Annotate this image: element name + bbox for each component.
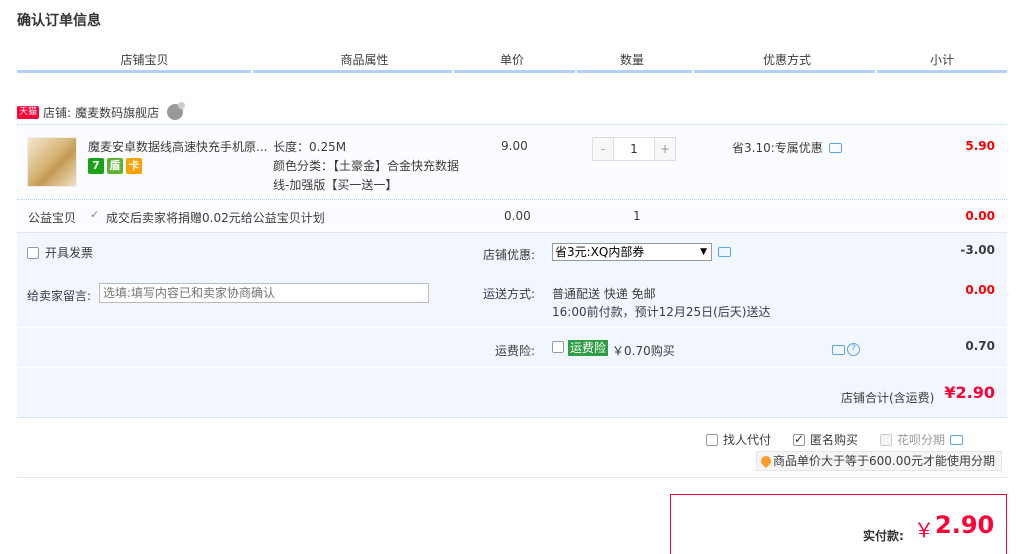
options-divider (17, 272, 1007, 273)
header-gap (251, 70, 253, 73)
shop-discount-select[interactable]: 省3元:XQ内部券 ▼ (552, 243, 712, 261)
discount-info-icon[interactable] (718, 247, 731, 257)
shop-discount-amount: -3.00 (960, 243, 995, 257)
charity-check-icon: ✓ (90, 208, 100, 221)
message-input[interactable] (99, 283, 429, 303)
section-separator (17, 477, 1007, 478)
guarantee-shield-icon[interactable]: 盾 (107, 158, 123, 174)
shipping-method: 普通配送 快递 免邮 (552, 287, 656, 301)
charity-label: 公益宝贝 (28, 211, 77, 225)
huabei-label: 花呗分期 (897, 433, 946, 447)
header-underline (17, 70, 1007, 73)
promo-info-icon[interactable] (828, 142, 842, 153)
proxy-pay-label: 找人代付 (723, 433, 772, 447)
charity-text: 成交后卖家将捐赠0.02元给公益宝贝计划 (106, 211, 325, 225)
col-header-item: 店铺宝贝 (120, 53, 169, 67)
payment-currency: ￥ (914, 518, 934, 542)
insurance-price: ￥0.70购买 (612, 344, 675, 358)
proxy-pay-checkbox[interactable] (706, 433, 718, 446)
order-item-row: 魔麦安卓数据线高速快充手机原... 7 盾 卡 长度：0.25M 颜色分类：【土… (17, 124, 1007, 200)
qty-decrease-button[interactable]: - (593, 138, 613, 160)
shipping-eta: 16:00前付款，预计12月25日(后天)送达 (552, 305, 771, 319)
proxy-pay-option[interactable]: 找人代付 (706, 431, 771, 448)
sku-color: 颜色分类：【土豪金】合金快充数据线-加强版【买一送一】 (273, 159, 460, 192)
location-pin-icon (758, 453, 774, 469)
payment-label: 实付款: (863, 529, 904, 543)
col-header-price: 单价 (499, 53, 524, 67)
shop-total: ¥2.90 (944, 383, 995, 402)
sku-length: 长度：0.25M (273, 140, 347, 154)
col-header-qty: 数量 (619, 53, 644, 67)
header-gap (575, 70, 577, 73)
item-thumbnail[interactable] (27, 137, 77, 187)
col-header-attrs: 商品属性 (340, 53, 389, 67)
shop-row: 天猫 店铺: 魔麦数码旗舰店 (17, 102, 186, 121)
insurance-icons: ? (832, 343, 860, 356)
message-label: 给卖家留言: (27, 289, 92, 303)
shop-discount-label: 店铺优惠: (483, 248, 536, 262)
item-promo: 省3.10:专属优惠 (732, 139, 842, 156)
huabei-option: 花呗分期 (880, 431, 964, 448)
huabei-info-icon[interactable] (950, 434, 964, 445)
installment-note: 商品单价大于等于600.00元才能使用分期 (756, 451, 1002, 471)
payment-summary: 实付款: ￥ 2.90 (670, 494, 1007, 554)
shop-name-link[interactable]: 魔麦数码旗舰店 (75, 104, 159, 121)
insurance-label: 运费险: (495, 344, 536, 358)
huabei-checkbox (880, 433, 893, 446)
header-gap (692, 70, 694, 73)
invoice-option[interactable]: 开具发票 (27, 244, 93, 261)
promo-text: 省3.10:专属优惠 (732, 141, 823, 155)
anonymous-label: 匿名购买 (810, 433, 859, 447)
insurance-chat-icon[interactable] (832, 344, 845, 355)
insurance-amount: 0.70 (965, 339, 995, 353)
credit-card-icon[interactable]: 卡 (126, 158, 142, 174)
options-divider (17, 367, 1007, 368)
service-badges: 7 盾 卡 (88, 158, 142, 174)
page-title: 确认订单信息 (17, 13, 101, 29)
insurance-tag: 运费险 (568, 340, 609, 356)
header-gap (875, 70, 877, 73)
item-title-link[interactable]: 魔麦安卓数据线高速快充手机原... (88, 138, 272, 155)
charity-subtotal: 0.00 (965, 209, 995, 223)
col-header-subtotal: 小计 (929, 53, 954, 67)
dropdown-arrow-icon: ▼ (700, 247, 707, 257)
item-subtotal: 5.90 (965, 139, 995, 153)
shipping-info: 普通配送 快递 免邮 16:00前付款，预计12月25日(后天)送达 (552, 285, 771, 321)
charity-price: 0.00 (504, 209, 531, 223)
options-divider (17, 327, 1007, 328)
shop-total-label: 店铺合计(含运费) (841, 391, 935, 405)
charity-row: 公益宝贝 ✓ 成交后卖家将捐赠0.02元给公益宝贝计划 0.00 1 0.00 (17, 201, 1007, 231)
shipping-label: 运送方式: (483, 287, 536, 301)
shipping-amount: 0.00 (965, 283, 995, 297)
qty-increase-button[interactable]: + (655, 138, 675, 160)
invoice-checkbox[interactable] (27, 246, 39, 259)
installment-note-text: 商品单价大于等于600.00元才能使用分期 (773, 454, 995, 468)
item-sku: 长度：0.25M 颜色分类：【土豪金】合金快充数据线-加强版【买一送一】 (273, 138, 463, 195)
seven-day-return-icon[interactable]: 7 (88, 158, 104, 174)
col-header-promo: 优惠方式 (762, 53, 811, 67)
anonymous-checkbox[interactable] (793, 432, 806, 446)
invoice-label: 开具发票 (45, 246, 94, 260)
insurance-checkbox[interactable] (552, 341, 564, 353)
tmall-badge: 天猫 (17, 105, 40, 119)
header-gap (452, 70, 454, 73)
order-options: 开具发票 店铺优惠: 省3元:XQ内部券 ▼ -3.00 给卖家留言: 运送方式… (17, 232, 1007, 418)
qty-input[interactable] (613, 138, 655, 160)
help-icon[interactable]: ? (847, 343, 860, 356)
charity-qty: 1 (633, 209, 641, 223)
item-unit-price: 9.00 (501, 139, 528, 153)
extra-options: 找人代付 匿名购买 花呗分期 (706, 431, 964, 448)
shop-discount-value: 省3元:XQ内部券 (555, 245, 645, 259)
payment-amount: 2.90 (935, 511, 995, 539)
shop-label: 店铺: (43, 105, 72, 120)
anonymous-option[interactable]: 匿名购买 (793, 431, 858, 448)
quantity-stepper: - + (592, 137, 676, 161)
wangwang-chat-icon[interactable] (167, 102, 186, 120)
